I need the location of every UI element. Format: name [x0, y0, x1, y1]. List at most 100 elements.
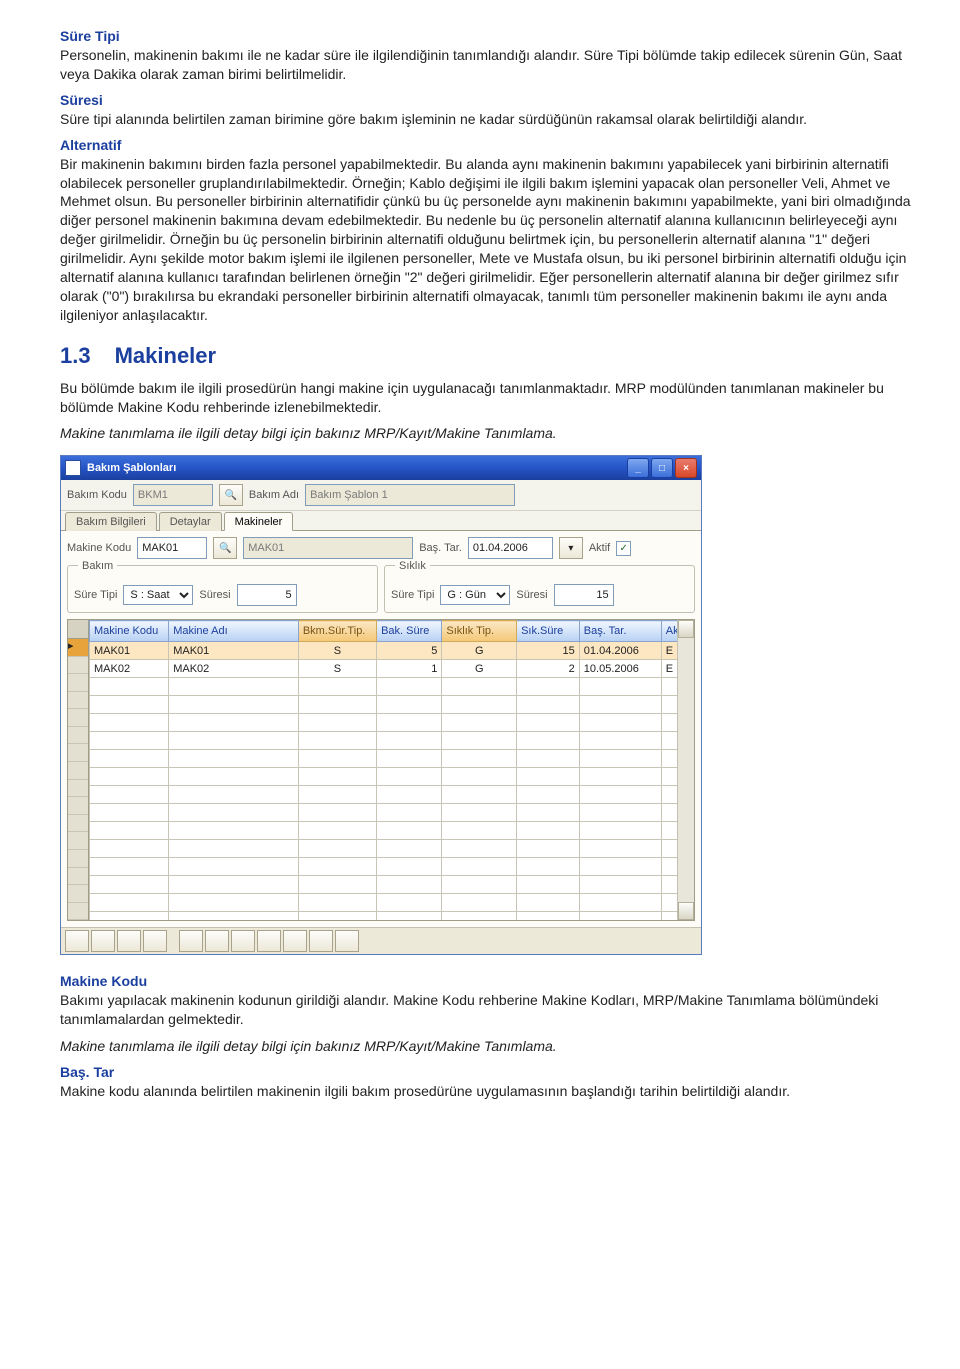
- table-row[interactable]: [90, 840, 678, 858]
- grid-cell[interactable]: [661, 894, 677, 912]
- grid-cell[interactable]: [169, 714, 299, 732]
- col-makine-adi[interactable]: Makine Adı: [169, 621, 299, 642]
- col-bak-sure[interactable]: Bak. Süre: [377, 621, 442, 642]
- grid-vertical-scrollbar[interactable]: [677, 620, 694, 920]
- grid-cell[interactable]: [661, 822, 677, 840]
- minimize-button[interactable]: _: [627, 458, 649, 478]
- grid-cell[interactable]: [298, 840, 376, 858]
- grid-cell[interactable]: [579, 804, 661, 822]
- grid-cell[interactable]: [579, 768, 661, 786]
- grid-cell[interactable]: [517, 822, 580, 840]
- grid-cell[interactable]: [298, 912, 376, 921]
- grid-cell[interactable]: [517, 894, 580, 912]
- grid-cell[interactable]: 1: [377, 660, 442, 678]
- table-row[interactable]: [90, 732, 678, 750]
- grid-cell[interactable]: [377, 696, 442, 714]
- grid-cell[interactable]: [661, 858, 677, 876]
- table-row[interactable]: [90, 858, 678, 876]
- grid-cell[interactable]: G: [442, 642, 517, 660]
- table-row[interactable]: [90, 822, 678, 840]
- grid-cell[interactable]: [90, 714, 169, 732]
- grid-cell[interactable]: [169, 786, 299, 804]
- grid-cell[interactable]: [298, 822, 376, 840]
- grid-cell[interactable]: [377, 786, 442, 804]
- grid-cell[interactable]: [579, 840, 661, 858]
- grid-cell[interactable]: [442, 894, 517, 912]
- col-bkm-sur-tip[interactable]: Bkm.Sür.Tip.: [298, 621, 376, 642]
- grid-cell[interactable]: [442, 876, 517, 894]
- grid-cell[interactable]: 15: [517, 642, 580, 660]
- grid-cell[interactable]: [579, 822, 661, 840]
- grid-cell[interactable]: [579, 912, 661, 921]
- grid-cell[interactable]: [90, 858, 169, 876]
- grid-cell[interactable]: [298, 786, 376, 804]
- col-sik-sure[interactable]: Sık.Süre: [517, 621, 580, 642]
- bakim-suresi-field[interactable]: [237, 584, 297, 606]
- grid-cell[interactable]: [442, 750, 517, 768]
- grid-cell[interactable]: [442, 822, 517, 840]
- table-row[interactable]: [90, 894, 678, 912]
- tab-makineler[interactable]: Makineler: [224, 512, 294, 531]
- grid-cell[interactable]: [442, 768, 517, 786]
- grid-cell[interactable]: 10.05.2006: [579, 660, 661, 678]
- grid-cell[interactable]: [661, 840, 677, 858]
- table-row[interactable]: MAK01MAK01S5G1501.04.2006E: [90, 642, 678, 660]
- grid-cell[interactable]: [517, 714, 580, 732]
- aktif-checkbox[interactable]: ✓: [616, 541, 631, 556]
- toolbar-button[interactable]: [283, 930, 307, 952]
- grid-cell[interactable]: [517, 804, 580, 822]
- grid-cell[interactable]: [169, 822, 299, 840]
- col-bas-tar[interactable]: Baş. Tar.: [579, 621, 661, 642]
- grid-cell[interactable]: [517, 912, 580, 921]
- grid-cell[interactable]: [377, 822, 442, 840]
- grid-cell[interactable]: [377, 858, 442, 876]
- toolbar-button[interactable]: [309, 930, 333, 952]
- grid-cell[interactable]: [442, 912, 517, 921]
- grid-cell[interactable]: [661, 714, 677, 732]
- bakim-adi-field[interactable]: [305, 484, 515, 506]
- grid-cell[interactable]: [298, 894, 376, 912]
- grid-cell[interactable]: MAK01: [169, 642, 299, 660]
- grid-cell[interactable]: [579, 714, 661, 732]
- maximize-button[interactable]: □: [651, 458, 673, 478]
- grid-cell[interactable]: [298, 678, 376, 696]
- grid-cell[interactable]: [169, 696, 299, 714]
- toolbar-button[interactable]: [257, 930, 281, 952]
- nav-last-button[interactable]: [143, 930, 167, 952]
- table-row[interactable]: [90, 678, 678, 696]
- grid-cell[interactable]: [377, 750, 442, 768]
- grid-cell[interactable]: [517, 732, 580, 750]
- grid-cell[interactable]: [579, 750, 661, 768]
- grid-cell[interactable]: [90, 840, 169, 858]
- grid-cell[interactable]: [517, 768, 580, 786]
- grid-cell[interactable]: MAK02: [90, 660, 169, 678]
- grid-cell[interactable]: [90, 768, 169, 786]
- col-makine-kodu[interactable]: Makine Kodu: [90, 621, 169, 642]
- grid-cell[interactable]: [298, 696, 376, 714]
- nav-next-button[interactable]: [117, 930, 141, 952]
- grid-cell[interactable]: [517, 876, 580, 894]
- grid-cell[interactable]: [661, 912, 677, 921]
- grid-cell[interactable]: [517, 678, 580, 696]
- toolbar-button[interactable]: [335, 930, 359, 952]
- grid-cell[interactable]: [90, 822, 169, 840]
- grid-cell[interactable]: [90, 678, 169, 696]
- grid-cell[interactable]: MAK01: [90, 642, 169, 660]
- grid-cell[interactable]: [442, 840, 517, 858]
- grid-cell[interactable]: [298, 768, 376, 786]
- scroll-down-button[interactable]: [678, 902, 694, 920]
- nav-prev-button[interactable]: [91, 930, 115, 952]
- grid-cell[interactable]: MAK02: [169, 660, 299, 678]
- grid-cell[interactable]: [442, 786, 517, 804]
- grid-cell[interactable]: [90, 696, 169, 714]
- grid-cell[interactable]: [517, 840, 580, 858]
- grid-cell[interactable]: [661, 678, 677, 696]
- grid-cell[interactable]: [661, 876, 677, 894]
- grid-cell[interactable]: [169, 804, 299, 822]
- grid-cell[interactable]: [442, 732, 517, 750]
- bakim-kodu-lookup-button[interactable]: 🔍: [219, 484, 243, 506]
- toolbar-button[interactable]: [231, 930, 255, 952]
- grid-cell[interactable]: S: [298, 660, 376, 678]
- grid-cell[interactable]: E: [661, 660, 677, 678]
- grid-cell[interactable]: [517, 696, 580, 714]
